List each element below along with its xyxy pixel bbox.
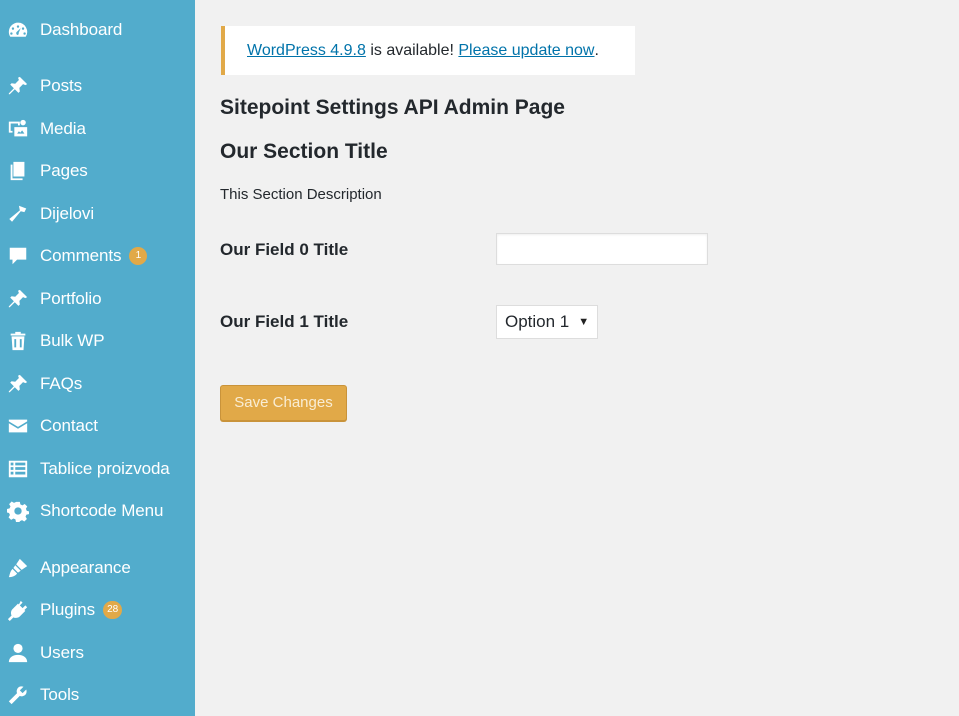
- sidebar-item-label: Posts: [40, 76, 83, 95]
- notice-text: is available!: [365, 41, 459, 59]
- update-now-link[interactable]: Please update now: [458, 42, 594, 60]
- main-content: WordPress 4.9.8 is available! Please upd…: [195, 0, 959, 716]
- field-0-input[interactable]: [496, 233, 708, 265]
- sidebar-item-dashboard[interactable]: Dashboard: [0, 10, 195, 50]
- brush-icon: [6, 556, 30, 580]
- field-1-label: Our Field 1 Title: [220, 312, 349, 331]
- sidebar-item-bulk-wp[interactable]: Bulk WP: [0, 321, 195, 361]
- sidebar-item-label: Dijelovi: [40, 204, 94, 223]
- page-title: Sitepoint Settings API Admin Page: [220, 96, 565, 119]
- field-1-select[interactable]: Option 1 ▼: [496, 305, 598, 339]
- sidebar-item-tablice-proizvoda[interactable]: Tablice proizvoda: [0, 449, 195, 489]
- sidebar-item-plugins[interactable]: Plugins 28: [0, 590, 195, 630]
- plugins-update-badge: 28: [103, 601, 123, 619]
- pin-icon: [6, 287, 30, 311]
- sidebar-item-users[interactable]: Users: [0, 633, 195, 673]
- mail-icon: [6, 414, 30, 438]
- sidebar-item-posts[interactable]: Posts: [0, 66, 195, 106]
- wrench-icon: [6, 683, 30, 707]
- sidebar-item-faqs[interactable]: FAQs: [0, 364, 195, 404]
- comment-icon: [6, 244, 30, 268]
- sidebar-item-pages[interactable]: Pages: [0, 151, 195, 191]
- sidebar-item-label: Appearance: [40, 558, 131, 577]
- dashboard-icon: [6, 18, 30, 42]
- wp-admin-screen: Dashboard Posts Media Pages Dijelovi Com…: [0, 0, 959, 716]
- media-icon: [6, 117, 30, 141]
- sidebar-item-label: Contact: [40, 416, 98, 435]
- sidebar-item-label: Tablice proizvoda: [40, 459, 170, 478]
- sidebar-item-media[interactable]: Media: [0, 109, 195, 149]
- sidebar-item-shortcode-menu[interactable]: Shortcode Menu: [0, 491, 195, 531]
- sidebar-item-label: Pages: [40, 161, 88, 180]
- comments-count-badge: 1: [129, 247, 148, 265]
- sidebar-item-label: Portfolio: [40, 289, 102, 308]
- sidebar-item-appearance[interactable]: Appearance: [0, 548, 195, 588]
- section-description: This Section Description: [220, 186, 382, 203]
- list-icon: [6, 457, 30, 481]
- chevron-down-icon: ▼: [578, 316, 590, 328]
- sidebar-item-label: Plugins: [40, 600, 96, 619]
- field-0-label: Our Field 0 Title: [220, 240, 349, 259]
- sidebar-item-label: Comments: [40, 246, 122, 265]
- sidebar-item-label: FAQs: [40, 374, 83, 393]
- pin-icon: [6, 372, 30, 396]
- pages-icon: [6, 159, 30, 183]
- user-icon: [6, 641, 30, 665]
- sidebar-item-label: Dashboard: [40, 20, 123, 39]
- notice-end-text: .: [594, 41, 599, 59]
- sidebar-item-label: Users: [40, 643, 84, 662]
- sidebar-item-label: Tools: [40, 685, 80, 704]
- field-1-selected-option: Option 1: [505, 312, 570, 331]
- sidebar-item-contact[interactable]: Contact: [0, 406, 195, 446]
- sidebar-item-label: Media: [40, 119, 86, 138]
- sidebar-item-portfolio[interactable]: Portfolio: [0, 279, 195, 319]
- update-notice: WordPress 4.9.8 is available! Please upd…: [221, 26, 635, 75]
- sidebar-item-tools[interactable]: Tools: [0, 675, 195, 715]
- hammer-icon: [6, 202, 30, 226]
- pin-icon: [6, 74, 30, 98]
- admin-sidebar: Dashboard Posts Media Pages Dijelovi Com…: [0, 0, 195, 716]
- sidebar-item-dijelovi[interactable]: Dijelovi: [0, 194, 195, 234]
- trash-icon: [6, 329, 30, 353]
- sidebar-item-label: Bulk WP: [40, 331, 105, 350]
- gear-icon: [6, 499, 30, 523]
- section-title: Our Section Title: [220, 140, 388, 163]
- wordpress-version-link[interactable]: WordPress 4.9.8: [247, 42, 366, 60]
- plug-icon: [6, 598, 30, 622]
- save-changes-button[interactable]: Save Changes: [220, 385, 347, 421]
- sidebar-item-label: Shortcode Menu: [40, 501, 164, 520]
- sidebar-item-comments[interactable]: Comments 1: [0, 236, 195, 276]
